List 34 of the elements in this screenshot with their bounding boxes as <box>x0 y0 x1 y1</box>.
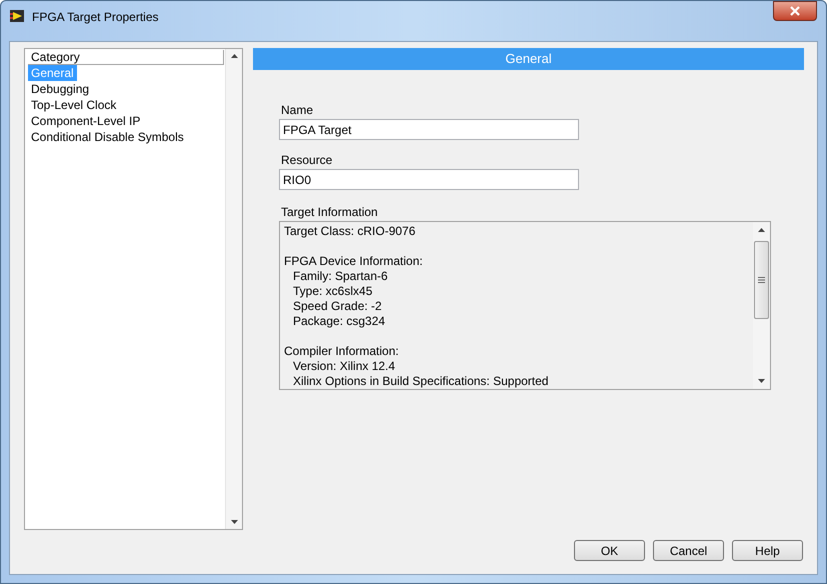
info-line: Type: xc6slx45 <box>292 284 372 299</box>
info-line: Package: csg324 <box>292 314 386 329</box>
scroll-up-icon[interactable] <box>758 228 765 232</box>
field-label: Target Information <box>280 205 379 220</box>
scroll-up-icon[interactable] <box>230 54 238 58</box>
info-line: Speed Grade: -2 <box>292 299 382 314</box>
info-line: Family: Spartan-6 <box>292 269 388 284</box>
app-icon <box>9 8 25 24</box>
scrollbar[interactable] <box>753 222 770 389</box>
dialog-button[interactable]: Cancel <box>653 540 724 561</box>
dialog-button[interactable]: Help <box>732 540 803 561</box>
scroll-thumb[interactable] <box>754 241 769 319</box>
grip-icon <box>758 277 765 283</box>
category-item[interactable]: Component-Level IP <box>28 113 144 129</box>
category-item[interactable]: Conditional Disable Symbols <box>28 129 187 145</box>
input-field[interactable]: FPGA Target <box>279 119 579 140</box>
info-line: Target Class: cRIO-9076 <box>284 224 416 239</box>
category-item[interactable]: Debugging <box>28 81 92 97</box>
scroll-down-icon[interactable] <box>758 379 765 383</box>
section-header: General <box>253 48 804 70</box>
category-item[interactable]: Top-Level Clock <box>28 97 120 113</box>
dialog-button[interactable]: OK <box>574 540 645 561</box>
info-line: Compiler Information: <box>284 344 399 359</box>
scroll-down-icon[interactable] <box>230 520 238 524</box>
field-label: Name <box>280 103 314 118</box>
field-label: Resource <box>280 153 334 168</box>
close-button[interactable] <box>773 1 817 21</box>
close-icon <box>790 6 800 16</box>
scrollbar[interactable] <box>225 49 242 529</box>
input-field[interactable]: RIO0 <box>279 169 579 190</box>
info-line: Version: Xilinx 12.4 <box>292 359 396 374</box>
info-line: Xilinx Options in Build Specifications: Supported <box>292 374 548 389</box>
info-line: FPGA Device Information: <box>284 254 423 269</box>
window-title: FPGA Target Properties <box>32 9 159 26</box>
